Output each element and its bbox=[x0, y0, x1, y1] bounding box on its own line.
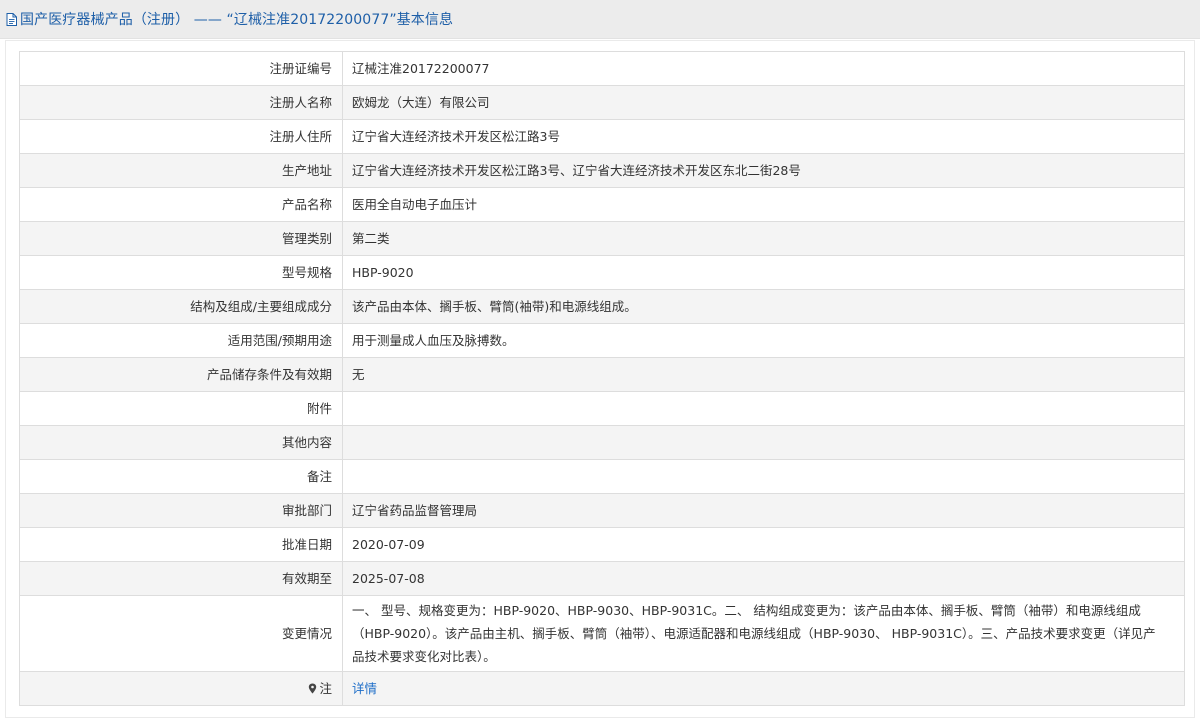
row-value: 辽宁省大连经济技术开发区松江路3号、辽宁省大连经济技术开发区东北二街28号 bbox=[342, 153, 1185, 188]
table-row: 注册人住所 辽宁省大连经济技术开发区松江路3号 bbox=[19, 119, 1185, 154]
table-row: 结构及组成/主要组成成分 该产品由本体、搁手板、臂筒(袖带)和电源线组成。 bbox=[19, 289, 1185, 324]
details-link[interactable]: 详情 bbox=[352, 681, 377, 696]
page-title: 国产医疗器械产品（注册） —— “辽械注准20172200077”基本信息 bbox=[20, 12, 454, 28]
table-row: 附件 bbox=[19, 391, 1185, 426]
pin-icon bbox=[308, 683, 317, 694]
row-value: 欧姆龙（大连）有限公司 bbox=[342, 85, 1185, 120]
table-row: 变更情况 一、 型号、规格变更为：HBP-9020、HBP-9030、HBP-9… bbox=[19, 595, 1185, 672]
table-row: 管理类别 第二类 bbox=[19, 221, 1185, 256]
table-row: 型号规格 HBP-9020 bbox=[19, 255, 1185, 290]
row-label: 产品名称 bbox=[19, 187, 343, 222]
row-label: 批准日期 bbox=[19, 527, 343, 562]
row-value: 2020-07-09 bbox=[342, 527, 1185, 562]
row-value: 一、 型号、规格变更为：HBP-9020、HBP-9030、HBP-9031C。… bbox=[342, 595, 1185, 672]
row-label: 注册人名称 bbox=[19, 85, 343, 120]
content-panel: 注册证编号 辽械注准20172200077 注册人名称 欧姆龙（大连）有限公司 … bbox=[5, 40, 1195, 718]
row-value: 用于测量成人血压及脉搏数。 bbox=[342, 323, 1185, 358]
row-value: 第二类 bbox=[342, 221, 1185, 256]
table-row: 产品名称 医用全自动电子血压计 bbox=[19, 187, 1185, 222]
row-label: 注册证编号 bbox=[19, 51, 343, 86]
table-row-note: 注 详情 bbox=[19, 671, 1185, 706]
table-row: 产品储存条件及有效期 无 bbox=[19, 357, 1185, 392]
row-value: 该产品由本体、搁手板、臂筒(袖带)和电源线组成。 bbox=[342, 289, 1185, 324]
row-value: 2025-07-08 bbox=[342, 561, 1185, 596]
row-label: 管理类别 bbox=[19, 221, 343, 256]
table-row: 备注 bbox=[19, 459, 1185, 494]
table-row: 适用范围/预期用途 用于测量成人血压及脉搏数。 bbox=[19, 323, 1185, 358]
table-row: 注册人名称 欧姆龙（大连）有限公司 bbox=[19, 85, 1185, 120]
note-label-cell: 注 bbox=[19, 671, 343, 706]
row-value bbox=[342, 459, 1185, 494]
info-table: 注册证编号 辽械注准20172200077 注册人名称 欧姆龙（大连）有限公司 … bbox=[19, 51, 1185, 706]
row-value: 辽宁省药品监督管理局 bbox=[342, 493, 1185, 528]
row-label: 备注 bbox=[19, 459, 343, 494]
row-value: 辽械注准20172200077 bbox=[342, 51, 1185, 86]
row-label: 生产地址 bbox=[19, 153, 343, 188]
page: 国产医疗器械产品（注册） —— “辽械注准20172200077”基本信息 注册… bbox=[0, 0, 1200, 724]
note-label: 注 bbox=[319, 681, 332, 696]
row-label: 产品储存条件及有效期 bbox=[19, 357, 343, 392]
row-label: 结构及组成/主要组成成分 bbox=[19, 289, 343, 324]
table-row: 批准日期 2020-07-09 bbox=[19, 527, 1185, 562]
row-value bbox=[342, 425, 1185, 460]
row-label: 审批部门 bbox=[19, 493, 343, 528]
row-label: 注册人住所 bbox=[19, 119, 343, 154]
row-label: 附件 bbox=[19, 391, 343, 426]
row-label: 变更情况 bbox=[19, 595, 343, 672]
table-row: 审批部门 辽宁省药品监督管理局 bbox=[19, 493, 1185, 528]
note-value-cell: 详情 bbox=[342, 671, 1185, 706]
row-label: 有效期至 bbox=[19, 561, 343, 596]
row-value: 辽宁省大连经济技术开发区松江路3号 bbox=[342, 119, 1185, 154]
row-label: 型号规格 bbox=[19, 255, 343, 290]
header-bar: 国产医疗器械产品（注册） —— “辽械注准20172200077”基本信息 bbox=[0, 0, 1200, 39]
row-label: 其他内容 bbox=[19, 425, 343, 460]
row-value bbox=[342, 391, 1185, 426]
table-row: 生产地址 辽宁省大连经济技术开发区松江路3号、辽宁省大连经济技术开发区东北二街2… bbox=[19, 153, 1185, 188]
row-value: HBP-9020 bbox=[342, 255, 1185, 290]
row-value: 医用全自动电子血压计 bbox=[342, 187, 1185, 222]
document-icon bbox=[6, 12, 17, 26]
row-value: 无 bbox=[342, 357, 1185, 392]
table-row: 注册证编号 辽械注准20172200077 bbox=[19, 51, 1185, 86]
row-label: 适用范围/预期用途 bbox=[19, 323, 343, 358]
table-row: 有效期至 2025-07-08 bbox=[19, 561, 1185, 596]
table-row: 其他内容 bbox=[19, 425, 1185, 460]
